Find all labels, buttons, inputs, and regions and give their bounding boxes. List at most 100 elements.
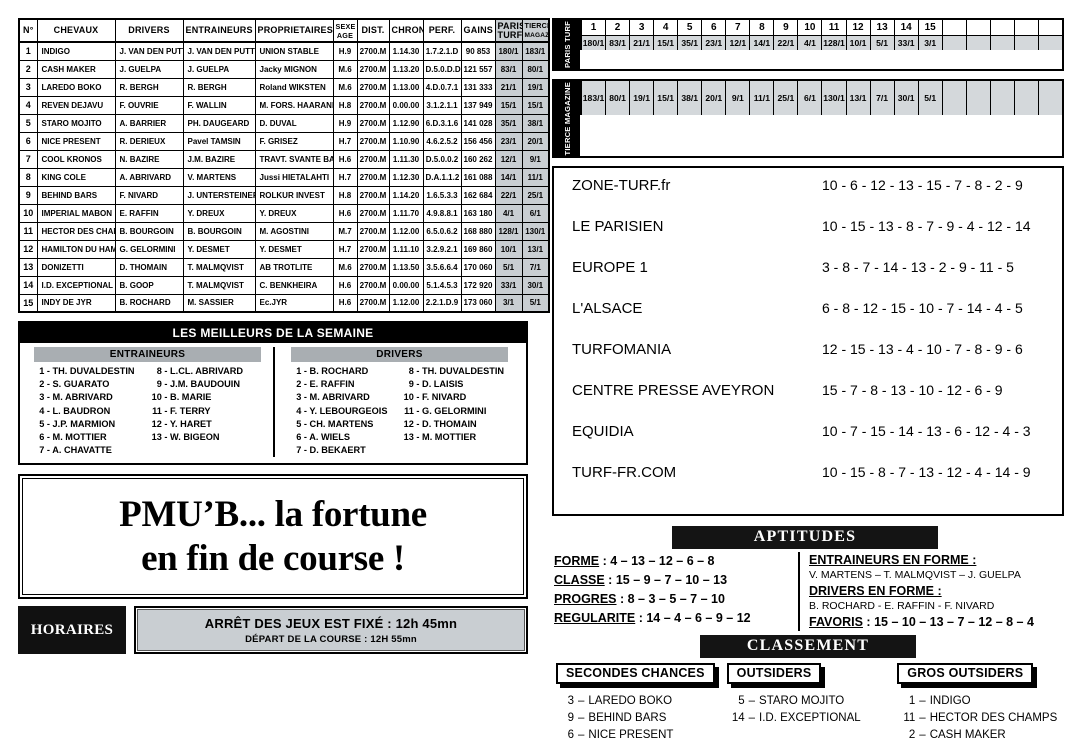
- grid-odds-cell: 180/1: [580, 36, 606, 50]
- cell-proprietaire: F. GRISEZ: [254, 131, 334, 151]
- cell-paris-turf-odds: 10/1: [494, 239, 523, 259]
- right-column: PARIS TURF 1 2 3 4 5 6 7 8 9 10 11 12 13 14 15 180/1 83…: [552, 18, 1064, 744]
- cell-entraineur: M. SASSIER: [182, 293, 256, 313]
- classement-item-name: INDIGO: [929, 695, 971, 708]
- cell-driver: B. ROCHARD: [114, 293, 184, 313]
- cell-perf: 5.1.4.5.3: [422, 275, 462, 295]
- cell-gains: 137 949: [460, 95, 496, 115]
- cell-cheval: COOL KRONOS: [36, 149, 116, 169]
- cell-tierce-odds: 9/1: [521, 149, 550, 169]
- favoris-line: FAVORIS : 15 – 10 – 13 – 7 – 12 – 8 – 4: [809, 615, 1034, 630]
- list-item: 7 - D. BEKAERT: [291, 444, 402, 457]
- cell-paris-turf-odds: 35/1: [494, 113, 523, 133]
- table-row: 5 STARO MOJITO A. BARRIER PH. DAUGEARD D. DU…: [18, 113, 550, 133]
- cell-driver: B. GOOP: [114, 275, 184, 295]
- table-header-row: N° CHEVAUX DRIVERS ENTRAINEURS PROPRIETA…: [18, 18, 550, 43]
- grid-odds-cell: [965, 36, 990, 50]
- pronostic-source: TURF-FR.COM: [572, 464, 677, 482]
- entraineur-rank: 7 -: [39, 445, 50, 456]
- grid-odds-cell: 20/1: [701, 81, 726, 116]
- cell-sexe-age: H.8: [332, 185, 358, 205]
- entraineur-rank: 13 -: [151, 432, 168, 443]
- grid-number-cell: 9: [773, 20, 798, 36]
- grid-odds-cell: 183/1: [580, 81, 606, 116]
- entraineur-rank: 3 -: [39, 392, 50, 403]
- classement-column: GROS OUTSIDERS 1– INDIGO 11– HECTOR DES CHAM…: [893, 663, 1064, 744]
- classement-item-no: 1: [908, 695, 916, 708]
- cell-dist: 2700.M: [356, 77, 390, 97]
- header-sexe-age: SEXE AGE: [332, 18, 358, 43]
- table-row: 8 KING COLE A. ABRIVARD V. MARTENS Jussi HIE…: [18, 167, 550, 187]
- cell-driver: D. THOMAIN: [114, 257, 184, 277]
- cell-tierce-odds: 130/1: [521, 221, 550, 241]
- cell-driver: R. BERGH: [114, 77, 184, 97]
- cell-sexe-age: H.6: [332, 275, 358, 295]
- table-row: 15 INDY DE JYR B. ROCHARD M. SASSIER Ec.JYR H…: [18, 293, 550, 313]
- list-item: 3– LAREDO BOKO: [556, 693, 719, 710]
- list-item: 5 - J.P. MARMION: [34, 418, 150, 431]
- header-tm-line1: TIERCE: [524, 21, 549, 30]
- entraineur-name: W. BIGEON: [167, 432, 220, 443]
- list-item: 6– NICE PRESENT: [556, 727, 719, 744]
- entraineur-name: J.M. BAUDOUIN: [167, 379, 240, 390]
- header-pt-line2: TURF: [497, 29, 522, 40]
- grid-number-cell: 8: [749, 20, 774, 36]
- cell-perf: 4.9.8.8.1: [422, 203, 462, 223]
- cell-perf: 6.D.3.1.6: [422, 113, 462, 133]
- classement-item-separator: –: [919, 712, 926, 725]
- entraineur-name: Y. HARET: [167, 418, 212, 429]
- cell-sexe-age: H.6: [332, 203, 358, 223]
- cell-no: 4: [18, 95, 38, 115]
- cell-chrono: 1.10.90: [388, 131, 424, 151]
- cell-cheval: DONIZETTI: [36, 257, 116, 277]
- pronostic-source: ZONE-TURF.fr: [572, 177, 671, 195]
- cell-gains: 163 180: [460, 203, 496, 223]
- cell-sexe-age: H.9: [332, 41, 358, 61]
- cell-chrono: 1.12.30: [388, 167, 424, 187]
- grid-odds-cell: 14/1: [749, 36, 774, 50]
- pronostic-row: TURF-FR.COM 10 - 15 - 8 - 7 - 13 - 12 - 4…: [572, 464, 1048, 505]
- header-chevaux: CHEVAUX: [36, 18, 116, 43]
- classement-item-no: 3: [567, 695, 574, 708]
- grid-odds-cell: 130/1: [821, 81, 846, 116]
- cell-paris-turf-odds: 21/1: [494, 77, 523, 97]
- best-drivers-list-b: 8 - TH. DUVALDESTIN 9 - D. LAISIS 10 - F. …: [402, 365, 521, 457]
- cell-proprietaire: M. FORS. HAARANEN: [254, 95, 334, 115]
- driver-name: E. RAFFIN: [307, 379, 355, 390]
- cell-sexe-age: H.8: [332, 95, 358, 115]
- best-entraineurs-list-b: 8 - L.CL. ABRIVARD 9 - J.M. BAUDOUIN 10 - …: [150, 365, 274, 457]
- cell-dist: 2700.M: [356, 257, 390, 277]
- cell-entraineur: Y. DREUX: [182, 203, 256, 223]
- cell-perf: 4.6.2.5.2: [422, 131, 462, 151]
- cell-proprietaire: AB TROTLITE: [254, 257, 334, 277]
- drivers-en-forme-heading: DRIVERS EN FORME :: [809, 584, 942, 599]
- aptitude-line: REGULARITE : 14 – 4 – 6 – 9 – 12: [554, 611, 751, 626]
- table-row: 2 CASH MAKER J. GUELPA J. GUELPA Jacky MIGNO…: [18, 59, 550, 79]
- grid-odds-cell: 12/1: [725, 36, 750, 50]
- cell-entraineur: V. MARTENS: [182, 167, 256, 187]
- cell-driver: J. GUELPA: [114, 59, 184, 79]
- cell-no: 5: [18, 113, 38, 133]
- aptitude-line: FORME : 4 – 13 – 12 – 6 – 8: [554, 554, 715, 569]
- classement-item-separator: –: [578, 712, 585, 725]
- aptitude-label: PROGRES: [554, 592, 617, 607]
- grid-number-cell: [989, 20, 1014, 36]
- list-item: 13 - W. BIGEON: [152, 431, 274, 444]
- cell-perf: D.A.1.1.2: [422, 167, 462, 187]
- grid-odds-cell: [941, 36, 966, 50]
- cell-proprietaire: D. DUVAL: [254, 113, 334, 133]
- driver-name: A. WIELS: [307, 432, 351, 443]
- header-perf: PERF.: [422, 18, 462, 43]
- cell-tierce-odds: 13/1: [521, 239, 550, 259]
- classement-item-name: LAREDO BOKO: [588, 695, 673, 708]
- table-row: 10 IMPERIAL MABON E. RAFFIN Y. DREUX Y. DREU…: [18, 203, 550, 223]
- cell-proprietaire: Y. DESMET: [254, 239, 334, 259]
- grid-number-cell: 2: [605, 20, 630, 36]
- cell-gains: 170 060: [460, 257, 496, 277]
- cell-proprietaire: Y. DREUX: [254, 203, 334, 223]
- cell-paris-turf-odds: 5/1: [494, 257, 523, 277]
- cell-driver: B. BOURGOIN: [114, 221, 184, 241]
- table-row: 11HECTOR DES CHAMPSB. BOURGOINB. BOURGOI…: [18, 221, 550, 241]
- cell-perf: 4.D.0.7.1: [422, 77, 462, 97]
- cell-gains: 131 333: [460, 77, 496, 97]
